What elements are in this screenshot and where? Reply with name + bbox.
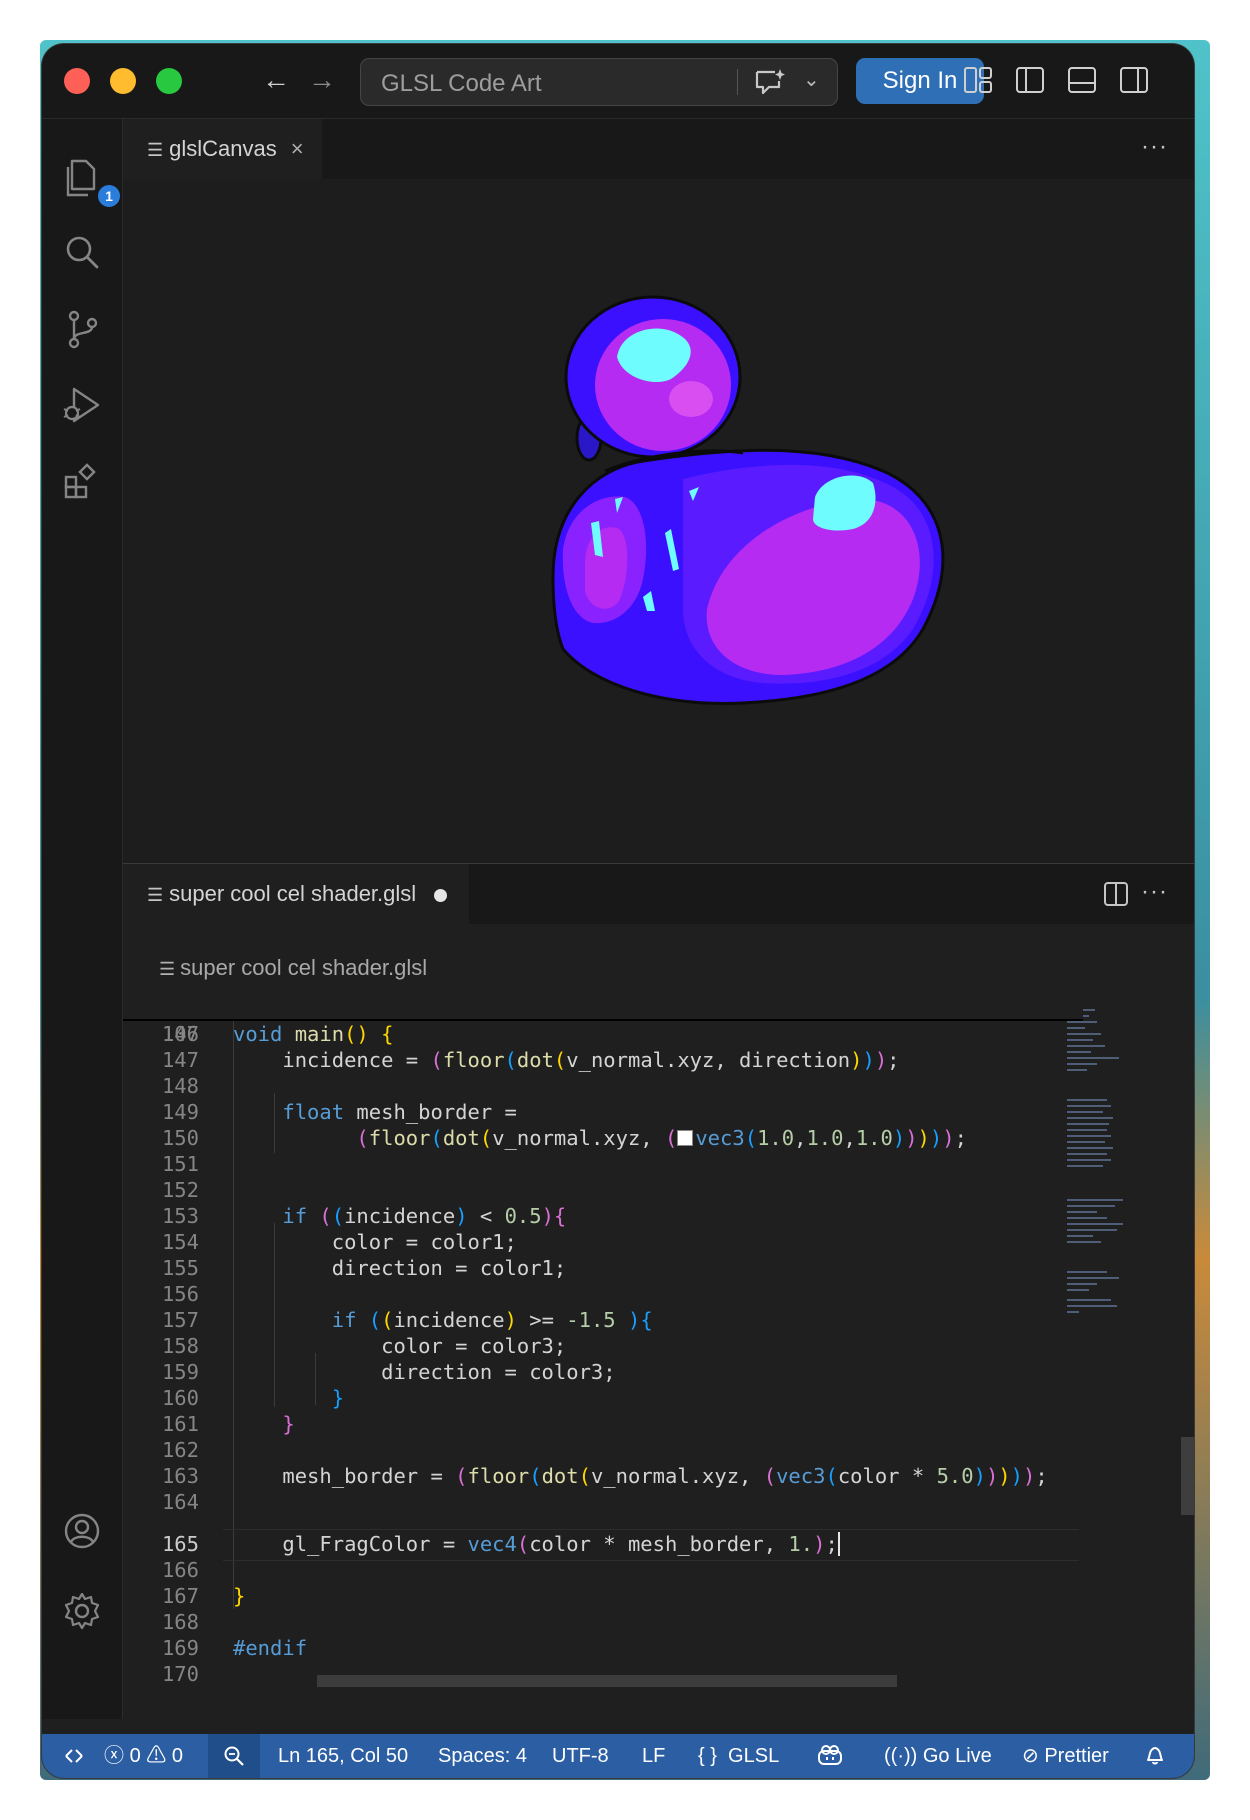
close-icon[interactable]: ×	[291, 136, 304, 161]
prettier-icon: ⊘	[1022, 1745, 1039, 1767]
line-number: 107	[161, 1022, 199, 1046]
zoom-search-icon[interactable]	[208, 1734, 260, 1778]
go-live-label: Go Live	[922, 1745, 992, 1767]
tab-glslcanvas[interactable]: ☰ glslCanvas ×	[123, 119, 322, 179]
editor-tab-strip: ☰ super cool cel shader.glsl ···	[123, 864, 1194, 924]
command-center-divider	[737, 69, 738, 95]
tab-glslcanvas-label: glslCanvas	[169, 136, 277, 161]
minimize-window-button[interactable]	[110, 68, 136, 94]
zoom-window-button[interactable]	[156, 68, 182, 94]
warning-count: 0	[171, 1745, 183, 1767]
chevron-down-icon[interactable]: ⌄	[803, 67, 820, 92]
copilot-chat-icon[interactable]	[753, 67, 787, 97]
text-cursor	[837, 1532, 840, 1556]
tab-shader-file[interactable]: ☰ super cool cel shader.glsl	[123, 864, 470, 924]
back-arrow-icon[interactable]: ←	[258, 62, 294, 98]
error-icon: ⓧ	[104, 1745, 124, 1767]
preview-tab-strip: ☰ glslCanvas × ···	[123, 119, 1194, 179]
account-icon[interactable]	[60, 1509, 104, 1553]
sticky-scroll-line[interactable]: 107 void main() {	[123, 989, 1083, 1046]
search-icon[interactable]	[60, 231, 104, 275]
command-center-search[interactable]: GLSL Code Art ⌄	[360, 58, 838, 106]
customize-layout-icon[interactable]	[962, 64, 994, 96]
line-number: 170	[161, 1662, 199, 1686]
breadcrumb-file: super cool cel shader.glsl	[180, 955, 428, 980]
encoding[interactable]: UTF-8	[552, 1734, 609, 1778]
copilot-icon[interactable]	[816, 1734, 844, 1778]
toggle-primary-sidebar-icon[interactable]	[1014, 64, 1046, 96]
indentation[interactable]: Spaces: 4	[438, 1734, 527, 1778]
breadcrumb[interactable]: ☰ super cool cel shader.glsl	[159, 955, 427, 981]
forward-arrow-icon[interactable]: →	[304, 62, 340, 98]
horizontal-scrollbar[interactable]	[317, 1675, 897, 1687]
split-editor-icon[interactable]	[1102, 880, 1130, 908]
problems-indicator[interactable]: ⓧ 0 ⚠ 0	[104, 1734, 183, 1778]
toggle-secondary-sidebar-icon[interactable]	[1118, 64, 1150, 96]
vertical-scrollbar[interactable]	[1181, 1437, 1194, 1515]
explorer-badge: 1	[98, 185, 120, 207]
go-live-button[interactable]: ((·)) Go Live	[884, 1734, 992, 1778]
end-of-line[interactable]: LF	[642, 1734, 665, 1778]
prettier-button[interactable]: ⊘ Prettier	[1022, 1734, 1109, 1778]
vscode-window: ← → GLSL Code Art ⌄ Sign In 1 ☰ glslCanv…	[42, 44, 1194, 1778]
minimap[interactable]	[1063, 999, 1125, 1519]
broadcast-icon: ((·))	[884, 1745, 918, 1767]
extensions-icon[interactable]	[60, 459, 104, 503]
status-bar: ⓧ 0 ⚠ 0 Ln 165, Col 50 Spaces: 4 UTF-8 L…	[42, 1734, 1194, 1778]
command-center-title: GLSL Code Art	[381, 70, 542, 97]
explorer-button[interactable]: 1	[60, 155, 120, 207]
language-label: GLSL	[728, 1745, 780, 1767]
color-swatch[interactable]	[677, 1130, 694, 1146]
cursor-position[interactable]: Ln 165, Col 50	[278, 1734, 408, 1778]
editor-area: ☰ glslCanvas × ··· ☰ super cool cel shad…	[123, 119, 1194, 1719]
editor-more-actions-icon[interactable]: ···	[1141, 878, 1168, 906]
more-actions-icon[interactable]: ···	[1141, 133, 1168, 161]
prettier-label: Prettier	[1044, 1745, 1109, 1767]
preview-file-icon: ☰	[147, 140, 164, 160]
unsaved-dot-icon[interactable]	[434, 888, 448, 902]
braces-icon: { }	[698, 1745, 717, 1767]
shader-file-icon: ☰	[147, 885, 164, 905]
title-bar: ← → GLSL Code Art ⌄ Sign In	[42, 44, 1194, 119]
glsl-canvas-preview[interactable]	[123, 179, 1194, 863]
error-count: 0	[129, 1745, 141, 1767]
code-editor[interactable]: 107 void main() { 146 147 incidence = (fl…	[123, 989, 1123, 1711]
activity-bar: 1	[42, 119, 123, 1719]
warning-icon: ⚠	[146, 1745, 167, 1767]
toggle-panel-icon[interactable]	[1066, 64, 1098, 96]
bell-icon[interactable]	[1144, 1734, 1166, 1778]
cel-shaded-duck-render	[551, 295, 945, 705]
remote-icon[interactable]	[56, 1734, 92, 1778]
line-number: 164	[161, 1490, 199, 1514]
code-line: void main() {	[233, 1022, 394, 1046]
tab-shader-file-label: super cool cel shader.glsl	[169, 881, 417, 906]
close-window-button[interactable]	[64, 68, 90, 94]
breadcrumb-file-icon: ☰	[159, 959, 181, 979]
source-control-icon[interactable]	[60, 307, 104, 351]
language-mode[interactable]: { } GLSL	[698, 1734, 779, 1778]
gear-icon[interactable]	[60, 1589, 104, 1633]
run-and-debug-icon[interactable]	[60, 383, 104, 427]
